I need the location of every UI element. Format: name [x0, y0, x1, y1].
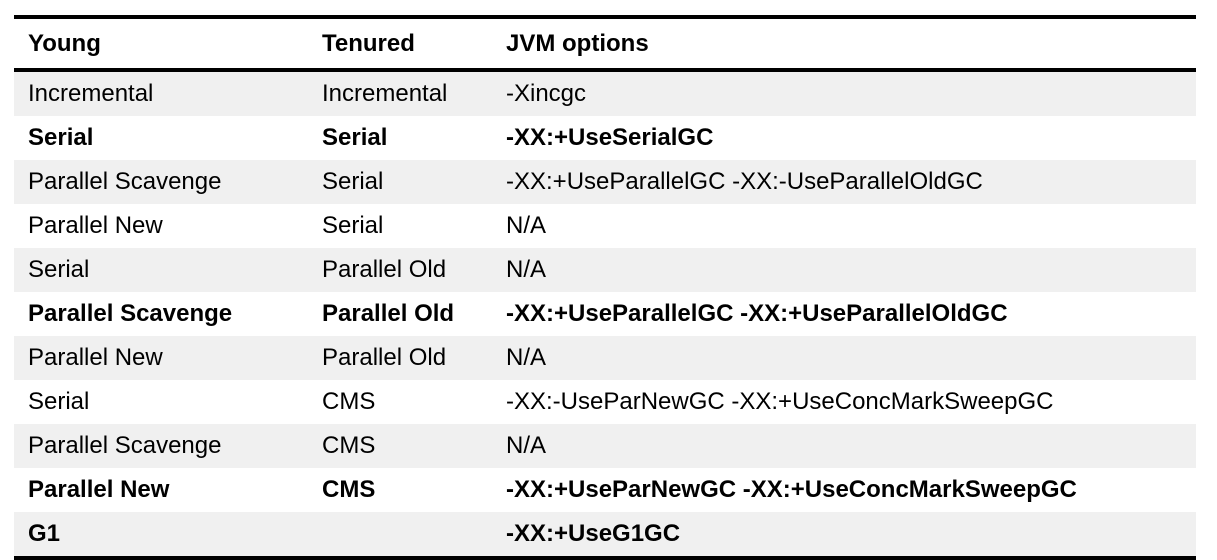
table-row: Parallel New Serial N/A	[14, 204, 1196, 248]
table-row: Parallel Scavenge CMS N/A	[14, 424, 1196, 468]
gc-combinations-table: Young Tenured JVM options Incremental Inc…	[14, 15, 1196, 560]
table-body: Incremental Incremental -Xincgc Serial Seria…	[14, 70, 1196, 558]
cell-young: Parallel New	[14, 336, 308, 380]
table-row: Serial Parallel Old N/A	[14, 248, 1196, 292]
cell-young: Parallel Scavenge	[14, 424, 308, 468]
cell-young: Serial	[14, 248, 308, 292]
cell-tenured: CMS	[308, 468, 492, 512]
cell-options: N/A	[492, 424, 1196, 468]
cell-tenured: CMS	[308, 380, 492, 424]
cell-options: -XX:+UseSerialGC	[492, 116, 1196, 160]
cell-young: Serial	[14, 116, 308, 160]
cell-options: -XX:+UseParNewGC -XX:+UseConcMarkSweepGC	[492, 468, 1196, 512]
cell-tenured: Serial	[308, 116, 492, 160]
cell-young: Parallel New	[14, 468, 308, 512]
cell-tenured: Serial	[308, 204, 492, 248]
cell-options: -XX:+UseG1GC	[492, 512, 1196, 558]
gc-combinations-table-container: Young Tenured JVM options Incremental Inc…	[14, 15, 1196, 560]
column-header-jvm-options: JVM options	[506, 30, 649, 57]
table-row: G1 -XX:+UseG1GC	[14, 512, 1196, 558]
cell-tenured: Parallel Old	[308, 292, 492, 336]
cell-tenured: CMS	[308, 424, 492, 468]
table-row: Parallel New Parallel Old N/A	[14, 336, 1196, 380]
column-header-tenured: Tenured	[322, 30, 415, 57]
table-row: Parallel Scavenge Parallel Old -XX:+UsePar…	[14, 292, 1196, 336]
cell-tenured: Serial	[308, 160, 492, 204]
cell-young: Serial	[14, 380, 308, 424]
cell-options: -XX:+UseParallelGC -XX:+UseParallelOldGC	[492, 292, 1196, 336]
cell-tenured: Parallel Old	[308, 248, 492, 292]
table-row: Serial Serial -XX:+UseSerialGC	[14, 116, 1196, 160]
table-header-row: Young Tenured JVM options	[14, 17, 1196, 70]
table-row: Incremental Incremental -Xincgc	[14, 70, 1196, 116]
cell-options: N/A	[492, 248, 1196, 292]
cell-young: Parallel Scavenge	[14, 292, 308, 336]
table-row: Serial CMS -XX:-UseParNewGC -XX:+UseConcMa…	[14, 380, 1196, 424]
cell-tenured: Incremental	[308, 70, 492, 116]
cell-options: N/A	[492, 336, 1196, 380]
column-header-young: Young	[28, 30, 101, 57]
cell-young: Parallel New	[14, 204, 308, 248]
cell-options: -Xincgc	[492, 70, 1196, 116]
table-row: Parallel Scavenge Serial -XX:+UseParallelG…	[14, 160, 1196, 204]
cell-options: -XX:-UseParNewGC -XX:+UseConcMarkSweepGC	[492, 380, 1196, 424]
cell-tenured: Parallel Old	[308, 336, 492, 380]
cell-young: Incremental	[14, 70, 308, 116]
table-row: Parallel New CMS -XX:+UseParNewGC -XX:+Use…	[14, 468, 1196, 512]
cell-options: N/A	[492, 204, 1196, 248]
cell-tenured	[308, 512, 492, 558]
table-header: Young Tenured JVM options	[14, 17, 1196, 70]
cell-young: Parallel Scavenge	[14, 160, 308, 204]
cell-young: G1	[14, 512, 308, 558]
cell-options: -XX:+UseParallelGC -XX:-UseParallelOldGC	[492, 160, 1196, 204]
